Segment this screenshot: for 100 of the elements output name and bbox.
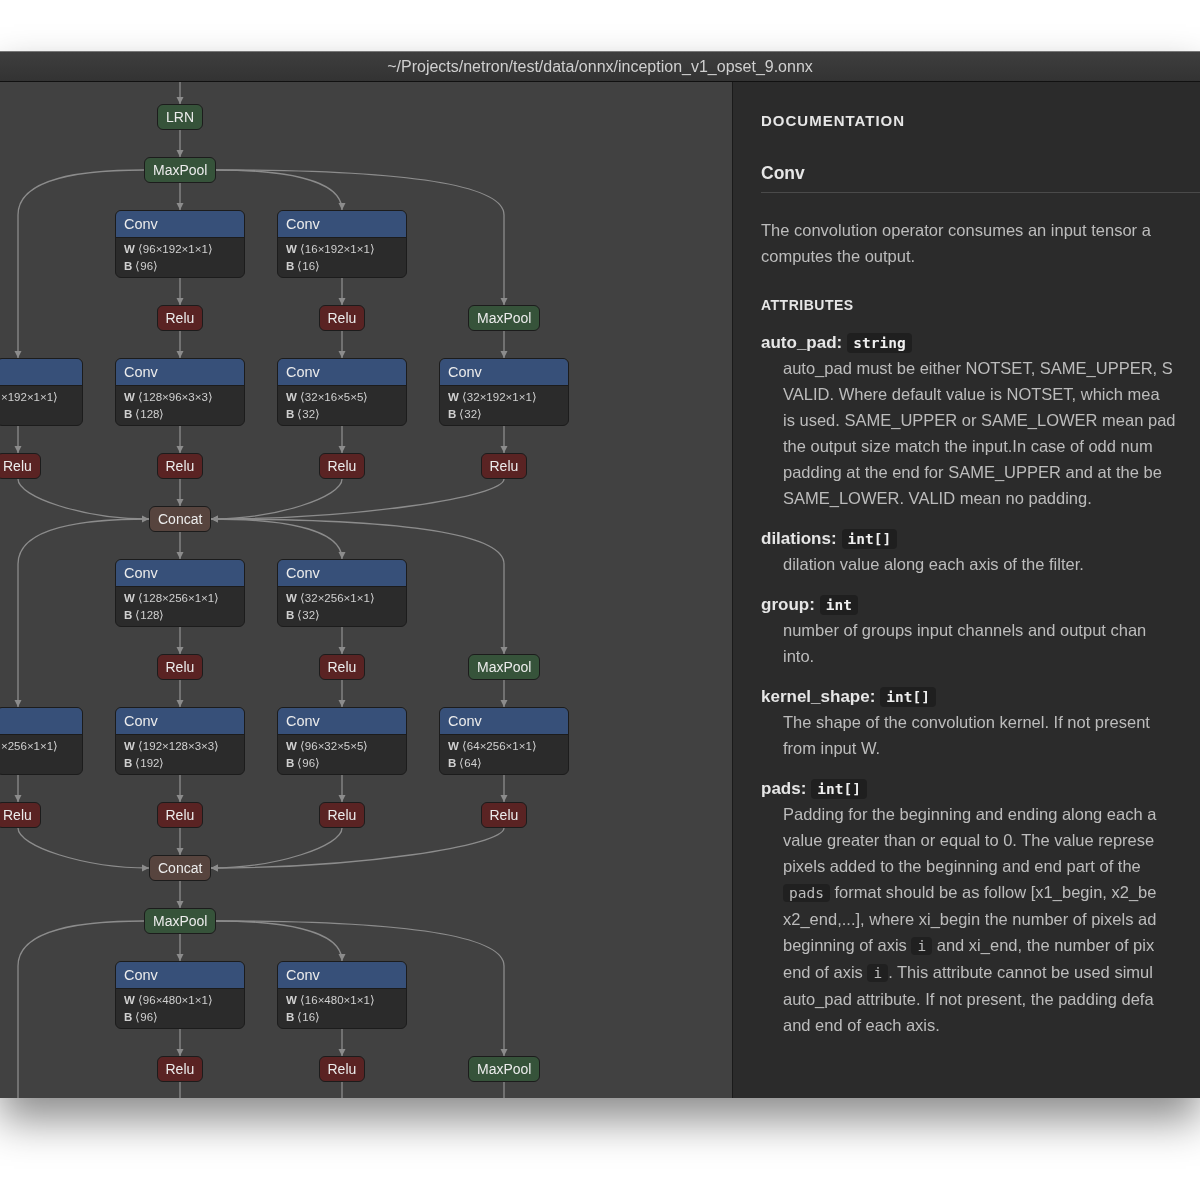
- graph-node[interactable]: MaxPool: [144, 157, 217, 183]
- node-header[interactable]: Conv: [116, 211, 244, 238]
- node-header[interactable]: Conv: [278, 962, 406, 989]
- node-header[interactable]: Conv: [278, 560, 406, 587]
- graph-node[interactable]: LRN: [157, 104, 203, 130]
- attribute-description: Padding for the beginning and ending along each a value greater than or equal to 0. The value represe pixels added to the beginning and end part of the pads format should be as follow [x1_begin, x2_be x2_end,...], where xi_begin the number of pixels ad beginning of axis i and xi_end, the number of pix end of axis i . This attribute cannot be used simul auto_pad attribute. If not present, the padding defa and end of each axis.: [783, 804, 1158, 1036]
- graph-node[interactable]: Conv W ⟨96×480×1×1⟩ B ⟨96⟩: [115, 961, 245, 1029]
- node-attribute: B ⟨64⟩: [448, 756, 484, 771]
- graph-node[interactable]: Relu: [156, 802, 204, 828]
- type-label: string: [847, 333, 912, 353]
- graph-node[interactable]: Relu: [318, 305, 366, 331]
- node-attribute: W ⟨64×256×1×1⟩: [448, 739, 538, 754]
- node-header[interactable]: Conv: [116, 708, 244, 735]
- edge-arrow: [176, 129, 184, 158]
- graph-node[interactable]: Relu: [480, 453, 528, 479]
- node-attribute: B ⟨32⟩: [286, 608, 322, 623]
- node-header[interactable]: Conv: [278, 359, 406, 386]
- graph-node[interactable]: Conv W ⟨64×256×1×1⟩ B ⟨64⟩: [439, 707, 569, 775]
- type-label: int[]: [841, 529, 898, 549]
- edge-arrow: [14, 425, 22, 454]
- graph-node[interactable]: MaxPool: [468, 654, 541, 680]
- node-attribute: ×192×1×1⟩: [1, 390, 60, 405]
- graph-node[interactable]: Conv W ⟨16×192×1×1⟩ B ⟨16⟩: [277, 210, 407, 278]
- edge-arrow: [500, 330, 508, 359]
- node-attribute: B ⟨192⟩: [124, 756, 166, 771]
- edge-arrow: [176, 82, 184, 105]
- node-attribute: B ⟨16⟩: [286, 1010, 322, 1025]
- node-header[interactable]: Conv: [116, 359, 244, 386]
- node-attribute: B ⟨128⟩: [124, 407, 166, 422]
- node-attribute: B ⟨16⟩: [286, 259, 322, 274]
- graph-node[interactable]: Conv W ⟨16×480×1×1⟩ B ⟨16⟩: [277, 961, 407, 1029]
- graph-node[interactable]: ×256×1×1⟩: [0, 707, 83, 775]
- graph-node[interactable]: ×192×1×1⟩: [0, 358, 83, 426]
- edge-arrow: [176, 933, 184, 962]
- type-label: int[]: [880, 687, 936, 707]
- graph-node[interactable]: Concat: [149, 506, 212, 532]
- graph-node[interactable]: Conv W ⟨128×96×3×3⟩ B ⟨128⟩: [115, 358, 245, 426]
- attribute-description: number of groups input channels and output chan into.: [783, 620, 1148, 667]
- graph-node[interactable]: Conv W ⟨96×32×5×5⟩ B ⟨96⟩: [277, 707, 407, 775]
- graph-node[interactable]: Conv W ⟨192×128×3×3⟩ B ⟨192⟩: [115, 707, 245, 775]
- attribute-description: auto_pad must be either NOTSET, SAME_UPPER, S VALID. Where default value is NOTSET, which mea is used. SAME_UPPER or SAME_LOWER mean pad the output size match the input.In case of odd num padding at the end for SAME_UPPER and at the be SAME_LOWER. VALID mean no padding.: [783, 358, 1177, 509]
- edge-arrow: [176, 531, 184, 560]
- edge-arrow: [500, 679, 508, 708]
- graph-node[interactable]: Relu: [318, 802, 366, 828]
- attribute-name: pads:: [761, 779, 807, 799]
- node-header[interactable]: Conv: [278, 708, 406, 735]
- node-attribute: W ⟨16×480×1×1⟩: [286, 993, 376, 1008]
- graph-node[interactable]: MaxPool: [468, 1056, 541, 1082]
- graph-node[interactable]: Conv W ⟨32×192×1×1⟩ B ⟨32⟩: [439, 358, 569, 426]
- node-attribute: B ⟨96⟩: [124, 259, 160, 274]
- edge-arrow: [176, 1028, 184, 1057]
- node-header[interactable]: Conv: [278, 211, 406, 238]
- edge-arrow: [176, 774, 184, 803]
- panel-heading: DOCUMENTATION: [761, 112, 907, 129]
- graph-node[interactable]: Relu: [156, 654, 204, 680]
- edge-arrow: [338, 774, 346, 803]
- graph-node[interactable]: Relu: [318, 1056, 366, 1082]
- node-attribute: W ⟨32×16×5×5⟩: [286, 390, 370, 405]
- node-header[interactable]: Conv: [440, 708, 568, 735]
- node-header[interactable]: Conv: [440, 359, 568, 386]
- type-label: int: [819, 595, 859, 615]
- node-header[interactable]: [0, 708, 82, 735]
- graph-node[interactable]: Relu: [156, 1056, 204, 1082]
- node-header[interactable]: [0, 359, 82, 386]
- graph-node[interactable]: MaxPool: [468, 305, 541, 331]
- node-attribute: W ⟨16×192×1×1⟩: [286, 242, 376, 257]
- graph-node[interactable]: Relu: [318, 453, 366, 479]
- edge-arrow: [176, 277, 184, 306]
- node-header[interactable]: Conv: [116, 560, 244, 587]
- type-label: int[]: [811, 779, 867, 799]
- node-attribute: W ⟨32×192×1×1⟩: [448, 390, 538, 405]
- window-title: ~/Projects/netron/test/data/onnx/inception_v1_opset_9.onnx: [387, 57, 813, 76]
- node-attribute: W ⟨128×256×1×1⟩: [124, 591, 221, 606]
- graph-node[interactable]: Conv W ⟨32×16×5×5⟩ B ⟨32⟩: [277, 358, 407, 426]
- edge-arrow: [338, 425, 346, 454]
- graph-node[interactable]: Concat: [149, 855, 212, 881]
- graph-node[interactable]: Relu: [0, 453, 41, 479]
- edge-arrow: [176, 330, 184, 359]
- edge-arrow: [500, 774, 508, 803]
- description-text: The convolution operator consumes an input tensor a computes the output.: [761, 220, 1152, 267]
- edge-arrow: [176, 679, 184, 708]
- graph-node[interactable]: MaxPool: [144, 908, 217, 934]
- edge-arrow: [176, 880, 184, 909]
- operator-title: Conv: [761, 163, 1200, 193]
- graph-node[interactable]: Relu: [480, 802, 528, 828]
- attribute-description: dilation value along each axis of the filter.: [783, 554, 1085, 575]
- edge-arrow: [176, 827, 184, 856]
- edge-arrow: [338, 679, 346, 708]
- graph-node[interactable]: Conv W ⟨32×256×1×1⟩ B ⟨32⟩: [277, 559, 407, 627]
- graph-node[interactable]: Conv W ⟨128×256×1×1⟩ B ⟨128⟩: [115, 559, 245, 627]
- node-attribute: W ⟨32×256×1×1⟩: [286, 591, 376, 606]
- graph-node[interactable]: Conv W ⟨96×192×1×1⟩ B ⟨96⟩: [115, 210, 245, 278]
- graph-node[interactable]: Relu: [318, 654, 366, 680]
- graph-node[interactable]: Relu: [0, 802, 41, 828]
- node-attribute: W ⟨128×96×3×3⟩: [124, 390, 214, 405]
- node-attribute: B ⟨128⟩: [124, 608, 166, 623]
- graph-node[interactable]: Relu: [156, 453, 204, 479]
- edge-arrow: [338, 330, 346, 359]
- node-header[interactable]: Conv: [116, 962, 244, 989]
- graph-node[interactable]: Relu: [156, 305, 204, 331]
